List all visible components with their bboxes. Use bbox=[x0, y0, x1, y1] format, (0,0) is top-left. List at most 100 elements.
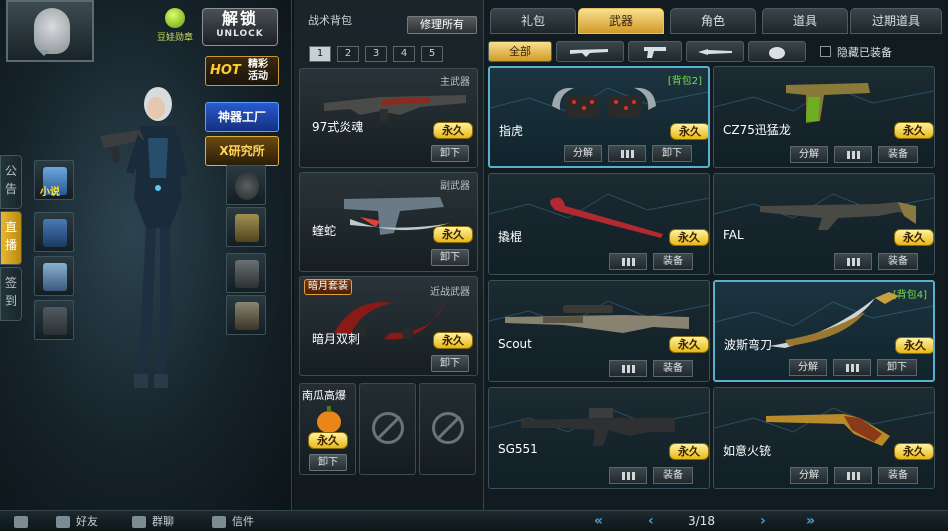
permanent-badge: 永久 bbox=[669, 229, 709, 246]
events-button[interactable]: HOT 精彩活动 bbox=[205, 56, 279, 86]
disassemble-button[interactable]: 分解 bbox=[790, 146, 828, 163]
group-chat-icon bbox=[132, 516, 146, 528]
player-avatar[interactable] bbox=[6, 0, 94, 62]
backpack-tab-2[interactable]: 2 bbox=[337, 46, 359, 62]
side-tab-live[interactable]: 直播 bbox=[0, 211, 22, 265]
stats-button[interactable] bbox=[609, 467, 647, 484]
grenade-slot-empty[interactable] bbox=[359, 383, 416, 475]
stats-button[interactable] bbox=[609, 360, 647, 377]
boots-slot[interactable] bbox=[226, 295, 266, 335]
backpack-tab-3[interactable]: 3 bbox=[365, 46, 387, 62]
equip-button[interactable]: 装备 bbox=[878, 467, 918, 484]
inventory-item[interactable]: Scout 永久 装备 bbox=[488, 280, 710, 382]
grenade-icon bbox=[769, 46, 785, 59]
grenade-name: 南瓜高爆 bbox=[302, 389, 346, 402]
x-lab-button[interactable]: X研究所 bbox=[205, 136, 279, 166]
vest-icon bbox=[235, 214, 259, 242]
item-slot-2[interactable] bbox=[34, 256, 74, 296]
novel-slot[interactable]: 小说 bbox=[34, 160, 74, 200]
disassemble-button[interactable]: 分解 bbox=[789, 359, 827, 376]
add-friend-button[interactable] bbox=[14, 513, 34, 530]
pumpkin-grenade-icon bbox=[317, 406, 341, 433]
helmet-slot[interactable] bbox=[226, 165, 266, 205]
filter-melee[interactable] bbox=[686, 41, 744, 62]
backpack-tab-5[interactable]: 5 bbox=[421, 46, 443, 62]
filter-all[interactable]: 全部 bbox=[488, 41, 552, 62]
stats-button[interactable] bbox=[834, 146, 872, 163]
group-chat-label: 群聊 bbox=[152, 515, 174, 528]
friends-button[interactable]: 好友 bbox=[56, 513, 98, 530]
inventory-item[interactable]: 撬棍 永久 装备 bbox=[488, 173, 710, 275]
inventory-item[interactable]: CZ75迅猛龙 永久 分解 装备 bbox=[713, 66, 935, 168]
vest-slot[interactable] bbox=[226, 207, 266, 247]
group-chat-button[interactable]: 群聊 bbox=[132, 513, 174, 530]
side-tab-checkin[interactable]: 签到 bbox=[0, 267, 22, 321]
hide-equipped-checkbox[interactable]: 隐藏已装备 bbox=[820, 44, 892, 60]
medal-icon bbox=[165, 8, 185, 28]
gloves-slot[interactable] bbox=[226, 253, 266, 293]
knuckles-icon bbox=[552, 87, 656, 118]
backpack-tab-4[interactable]: 4 bbox=[393, 46, 415, 62]
filter-rifles[interactable] bbox=[556, 41, 624, 62]
equip-button[interactable]: 装备 bbox=[653, 467, 693, 484]
prev-page-button[interactable]: ‹ bbox=[648, 514, 654, 528]
last-page-button[interactable]: » bbox=[806, 514, 815, 528]
unequip-button[interactable]: 卸下 bbox=[652, 145, 692, 162]
inventory-item[interactable]: [背包2] 指虎 永久 分解 卸下 bbox=[488, 66, 710, 168]
stats-button[interactable] bbox=[834, 467, 872, 484]
medal-button[interactable]: 豆娃勋章 bbox=[152, 8, 198, 44]
backpack-tab-1[interactable]: 1 bbox=[309, 46, 331, 62]
side-tab-notice[interactable]: 公告 bbox=[0, 155, 22, 209]
equip-button[interactable]: 装备 bbox=[653, 360, 693, 377]
checkbox-box[interactable] bbox=[820, 46, 831, 57]
tab-weapons[interactable]: 武器 bbox=[578, 8, 664, 34]
melee-weapon-slot[interactable]: 暗月套装 近战武器 暗月双刺 永久 卸下 bbox=[299, 276, 478, 376]
weapon-name: 暗月双刺 bbox=[312, 332, 361, 346]
unequip-button[interactable]: 卸下 bbox=[431, 249, 469, 266]
equip-button[interactable]: 装备 bbox=[878, 146, 918, 163]
next-page-button[interactable]: › bbox=[760, 514, 766, 528]
inventory-item[interactable]: SG551 永久 装备 bbox=[488, 387, 710, 489]
disassemble-button[interactable]: 分解 bbox=[564, 145, 602, 162]
tab-gift[interactable]: 礼包 bbox=[490, 8, 576, 34]
grenade-slot[interactable]: 南瓜高爆 永久 卸下 bbox=[299, 383, 356, 475]
unequip-button[interactable]: 卸下 bbox=[431, 145, 469, 162]
tab-expired[interactable]: 过期道具 bbox=[850, 8, 942, 34]
inventory-item[interactable]: [背包4] 波斯弯刀 永久 分解 卸下 bbox=[713, 280, 935, 382]
add-user-icon bbox=[14, 516, 28, 528]
crowbar-icon bbox=[550, 197, 663, 238]
unequip-button[interactable]: 卸下 bbox=[309, 454, 347, 471]
item-name: Scout bbox=[498, 337, 532, 351]
scroll-icon bbox=[43, 263, 67, 291]
unlock-button[interactable]: 解锁 UNLOCK bbox=[202, 8, 278, 46]
equip-button[interactable]: 装备 bbox=[653, 253, 693, 270]
tab-items[interactable]: 道具 bbox=[762, 8, 848, 34]
permanent-badge: 永久 bbox=[669, 443, 709, 460]
filter-pistols[interactable] bbox=[628, 41, 682, 62]
equip-button[interactable]: 装备 bbox=[878, 253, 918, 270]
item-slot-1[interactable] bbox=[34, 212, 74, 252]
stats-button[interactable] bbox=[609, 253, 647, 270]
stats-button[interactable] bbox=[608, 145, 646, 162]
chevron-down-icon[interactable] bbox=[38, 50, 50, 56]
inventory-item[interactable]: 如意火铳 永久 分解 装备 bbox=[713, 387, 935, 489]
card-icon bbox=[43, 219, 67, 247]
disassemble-button[interactable]: 分解 bbox=[790, 467, 828, 484]
mail-button[interactable]: 信件 bbox=[212, 513, 254, 530]
repair-all-button[interactable]: 修理所有 bbox=[407, 16, 477, 34]
grenade-slot-empty[interactable] bbox=[419, 383, 476, 475]
primary-weapon-slot[interactable]: 主武器 97式炎魂 永久 卸下 bbox=[299, 68, 478, 168]
first-page-button[interactable]: « bbox=[594, 514, 603, 528]
inventory-item[interactable]: FAL 永久 装备 bbox=[713, 173, 935, 275]
stats-button[interactable] bbox=[833, 359, 871, 376]
item-slot-3[interactable] bbox=[34, 300, 74, 340]
character-model bbox=[100, 87, 188, 388]
stats-button[interactable] bbox=[834, 253, 872, 270]
unequip-button[interactable]: 卸下 bbox=[431, 355, 469, 372]
unequip-button[interactable]: 卸下 bbox=[877, 359, 917, 376]
filter-grenades[interactable] bbox=[748, 41, 806, 62]
secondary-weapon-slot[interactable]: 副武器 蝰蛇 永久 卸下 bbox=[299, 172, 478, 272]
hide-equipped-label: 隐藏已装备 bbox=[837, 46, 892, 59]
tab-characters[interactable]: 角色 bbox=[670, 8, 756, 34]
artifact-factory-button[interactable]: 神器工厂 bbox=[205, 102, 279, 132]
